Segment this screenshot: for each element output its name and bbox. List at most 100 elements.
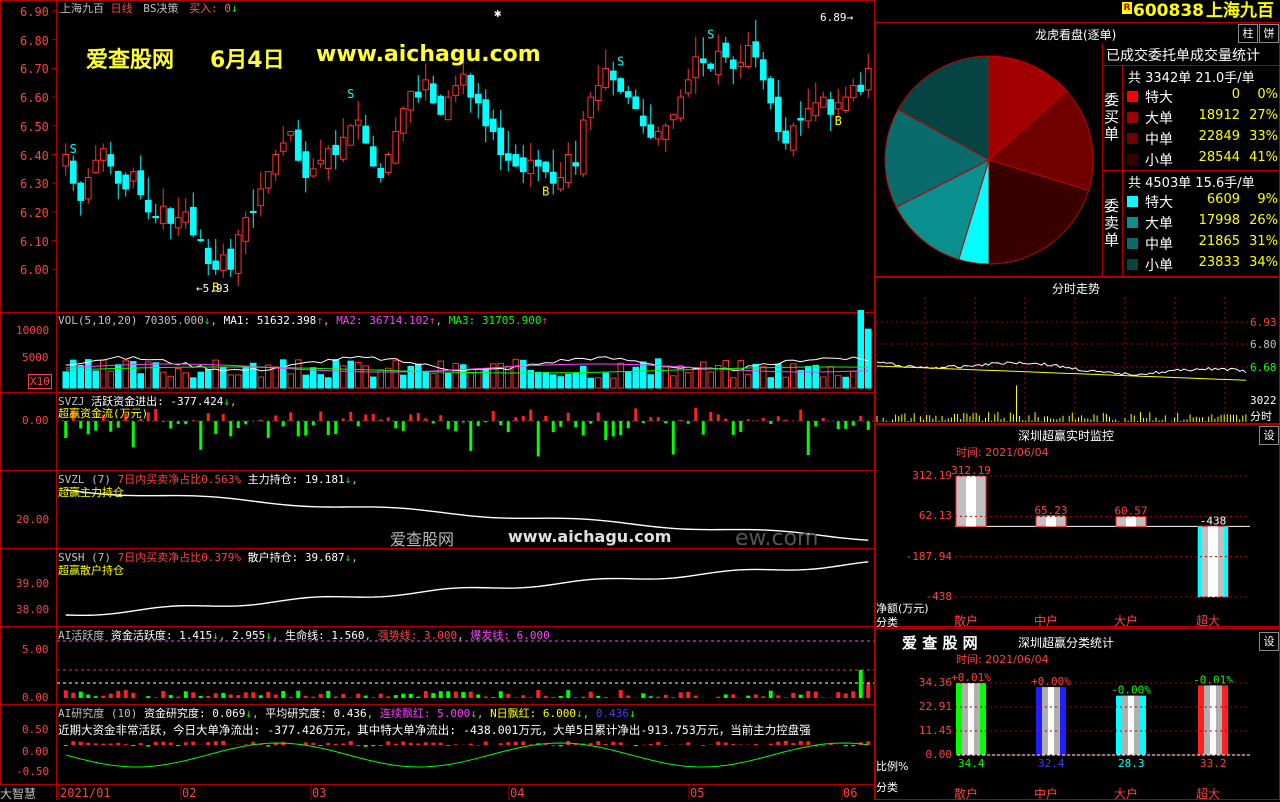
volume-bar [783, 377, 789, 388]
row-count: 6609 [1190, 192, 1240, 207]
tab-column-button[interactable]: 柱 [1238, 24, 1258, 43]
monitor-bar-edge [1198, 526, 1202, 597]
classify-change-0: +0.01% [951, 671, 991, 684]
activity-bar [274, 695, 278, 698]
svzj-bar [724, 419, 727, 421]
candle-body [175, 218, 181, 228]
svzj-bar [612, 421, 615, 436]
vol-tick-1: 10000 [16, 324, 49, 337]
svzj-bar [657, 417, 660, 421]
research-bar [589, 743, 593, 745]
signal-3: S [617, 54, 624, 68]
classify-settings-button[interactable]: 设 [1259, 632, 1279, 651]
research-bar [401, 741, 405, 745]
activity-bar [806, 691, 810, 698]
legend-swatch [1127, 154, 1138, 165]
volume-bar [431, 374, 437, 388]
research-bar [724, 742, 728, 745]
chart-mode[interactable]: 日线 [111, 2, 133, 15]
research-bar [394, 744, 398, 745]
classify-bottom-1: 32.4 [1038, 757, 1065, 770]
intraday-border [876, 278, 1280, 424]
svzj-bar [694, 408, 697, 421]
signal-2: S [347, 87, 354, 101]
monitor-bar-shine-1 [1046, 516, 1056, 527]
volume-bar [836, 376, 842, 388]
research-bar [806, 741, 810, 745]
row-count: 21865 [1190, 234, 1240, 249]
volume-bar [176, 368, 182, 388]
svzj-bar [357, 421, 360, 426]
svzj-bar [664, 421, 667, 423]
candle-body [340, 137, 346, 159]
volume-bar [266, 365, 272, 388]
volume-bar [566, 374, 572, 388]
candle-body [280, 143, 286, 151]
candle-body [618, 79, 624, 92]
activity-bar [146, 696, 150, 698]
activity-bar [71, 693, 75, 698]
volume-bar [228, 375, 234, 388]
research-bar [64, 745, 68, 746]
research-bar [319, 745, 323, 746]
svzj-bar [574, 421, 577, 427]
svzj-bar [327, 421, 330, 435]
volume-bar [626, 372, 632, 388]
activity-bar [109, 694, 113, 698]
classify-bar-shine-1 [1048, 687, 1054, 755]
svzj-bar [777, 416, 780, 421]
x-tick-4: 05 [690, 786, 704, 800]
volume-bar [551, 375, 557, 388]
monitor-title: 深圳超赢实时监控 [1018, 427, 1114, 444]
svzj-bar [184, 421, 187, 424]
volume-bar [78, 365, 84, 388]
volume-bar [641, 362, 647, 388]
candle-body [400, 109, 406, 134]
activity-bar [649, 696, 653, 698]
row-pct: 27% [1245, 108, 1278, 123]
volume-bar [746, 374, 752, 388]
svsh-tick-1: 39.00 [16, 577, 49, 590]
research-bar [716, 742, 720, 745]
candle-body [588, 97, 594, 117]
activity-bar [866, 684, 870, 698]
svzj-bar [469, 421, 472, 451]
svzj-bar [312, 421, 315, 425]
vol-ma2: MA2: 36714.102 [336, 314, 429, 327]
volume-bar [138, 374, 144, 388]
svzj-bar [64, 421, 67, 438]
svzj-bar [402, 421, 405, 431]
svzj-bar [319, 412, 322, 421]
activity-bar [544, 696, 548, 698]
monitor-bar-chart: 312.1965.2360.57-438 [951, 464, 1250, 597]
research-bar [176, 745, 180, 746]
activity-bar [626, 695, 630, 698]
tab-pie-button[interactable]: 饼 [1259, 24, 1279, 43]
research-bar [731, 744, 735, 745]
activity-bar [401, 694, 405, 698]
formula-name[interactable]: BS决策 [143, 2, 178, 15]
svzj-bar [867, 421, 870, 430]
volume-bar [146, 362, 152, 388]
monitor-settings-button[interactable]: 设 [1259, 426, 1279, 445]
vol-ma3: MA3: 31705.900 [449, 314, 542, 327]
research-bar [499, 743, 503, 745]
activity-bar [499, 691, 503, 698]
signal-0: S [70, 142, 77, 156]
ai-research-tick-1: 0.50 [22, 723, 49, 736]
vol-value: 70305.000 [144, 314, 204, 327]
watermark-brand: 爱查股网 [86, 42, 174, 74]
svzj-bar [619, 421, 622, 435]
volume-bar [318, 375, 324, 388]
candle-body [123, 175, 129, 189]
classify-ratio-label: 比例% [876, 758, 908, 774]
classify-bar-shine-3 [1210, 685, 1216, 755]
svzj-bar [597, 412, 600, 421]
volume-bar [588, 378, 594, 388]
main-y-tick-7: 6.20 [20, 206, 49, 220]
research-bar [754, 744, 758, 745]
volume-bar [93, 371, 99, 388]
svzj-bar [379, 419, 382, 421]
volume-bar [161, 372, 167, 388]
row-label: 小单 [1145, 150, 1173, 170]
